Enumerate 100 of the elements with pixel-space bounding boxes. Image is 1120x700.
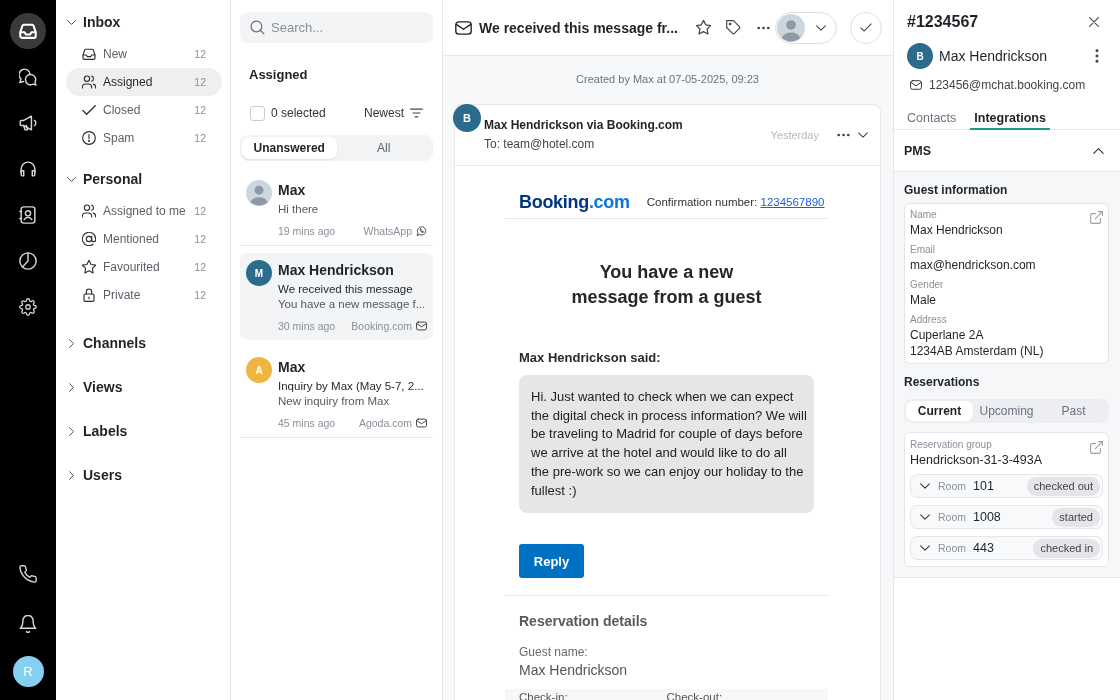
room-row[interactable]: Room 101 checked out [910, 474, 1103, 498]
external-link-icon[interactable] [1090, 441, 1103, 454]
item-count: 12 [194, 261, 206, 273]
sidebar-item[interactable]: Favourited 12 [66, 253, 222, 281]
confirmation-link[interactable]: 1234567890 [760, 196, 825, 208]
section-header[interactable]: Views [66, 365, 222, 409]
message-time: 19 mins ago [278, 224, 336, 238]
checkmark-icon [860, 23, 872, 32]
message-preview: You have a new message f... [278, 297, 427, 312]
checkbox[interactable] [250, 105, 265, 121]
search-field[interactable]: Search... [240, 12, 433, 43]
section-title: Reservations [904, 374, 981, 390]
lock-icon [82, 288, 96, 302]
message-subject: Inquiry by Max (May 5-7, 2... [278, 379, 425, 394]
field-value: Male [910, 292, 937, 308]
field-value: Hendrickson-31-3-493A [910, 452, 1042, 468]
item-count: 12 [194, 205, 206, 217]
close-icon[interactable] [1089, 17, 1099, 27]
status-badge: started [1052, 507, 1100, 527]
conversation-title: We received this message fr... [479, 19, 678, 36]
reply-button[interactable]: Reply [519, 544, 584, 579]
contact-card-icon [19, 206, 37, 224]
room-label: Room [938, 511, 966, 523]
field-label: Guest name: [519, 645, 589, 660]
sender-name: Max Hendrickson via Booking.com [484, 117, 683, 133]
quote-label: Max Hendrickson said: [519, 350, 662, 366]
reservation-tab[interactable]: Past [1040, 401, 1107, 421]
contact-name: Max Hendrickson [278, 261, 395, 280]
sender-avatar: B [453, 104, 481, 132]
details-heading: Reservation details [519, 612, 649, 631]
users-icon [82, 75, 96, 89]
sidebar-item[interactable]: Spam 12 [66, 124, 222, 152]
sidebar-item[interactable]: Assigned 12 [66, 68, 222, 96]
chat-bubbles-icon [19, 68, 37, 86]
section-header[interactable]: Personal [66, 161, 222, 197]
inbox-icon [82, 47, 96, 61]
conversation-item[interactable]: Max Hi there 19 mins ago WhatsApp [240, 173, 433, 246]
more-icon[interactable] [837, 133, 850, 137]
sidebar-item[interactable]: Assigned to me 12 [66, 197, 222, 225]
room-row[interactable]: Room 443 checked in [910, 536, 1103, 560]
checkmark-icon [82, 103, 96, 117]
filter-lines-icon [410, 108, 423, 118]
conversation-item[interactable]: M Max Hendrickson We received this message You have a new message f... 30 mins ago Booking.com [240, 253, 433, 340]
star-icon [82, 260, 96, 274]
contact-avatar: B [907, 43, 933, 69]
room-row[interactable]: Room 1008 started [910, 505, 1103, 529]
created-note: Created by Max at 07-05-2025, 09:23 [575, 72, 760, 86]
contact-avatar: A [246, 357, 272, 383]
sidebar-item[interactable]: Closed 12 [66, 96, 222, 124]
room-number: 101 [973, 479, 994, 493]
conversation-item[interactable]: A Max Inquiry by Max (May 5-7, 2... New inquiry from Max 45 mins ago Agoda.com [240, 350, 433, 438]
status-badge: checked in [1033, 538, 1100, 558]
sidebar-item[interactable]: Mentioned 12 [66, 225, 222, 253]
phone-icon [19, 565, 37, 584]
section-header[interactable]: Inbox [66, 4, 222, 40]
field-label: Email [910, 243, 936, 257]
message-time: Yesterday [770, 128, 819, 142]
section-header[interactable]: Labels [66, 409, 222, 453]
contact-name: Max [278, 358, 307, 377]
quoted-message: Hi. Just wanted to check when we can expect the digital check in process information? We will be traveling to Madrid for couple of days before we arrive at the hotel and would like to do all the pre-work so we can enjoy our holiday to the fullest :) [519, 375, 814, 514]
field-label: Reservation group [910, 438, 993, 452]
section-header[interactable]: Channels [66, 321, 222, 365]
star-icon[interactable] [695, 20, 711, 35]
channel-name: Booking.com [351, 319, 412, 333]
chevron-down-icon[interactable] [858, 132, 868, 138]
field-label: Address [910, 313, 948, 327]
section-header[interactable]: Users [66, 453, 222, 497]
reservation-tab[interactable]: Upcoming [973, 401, 1040, 421]
list-title: Assigned [249, 66, 309, 84]
field-label: Gender [910, 278, 945, 292]
panel-tab[interactable]: Integrations [970, 102, 1050, 130]
filter-tab[interactable]: All [336, 137, 431, 159]
room-number: 1008 [973, 510, 1001, 524]
tag-icon[interactable] [725, 20, 741, 35]
room-number: 443 [973, 541, 994, 555]
channel-name: Agoda.com [358, 416, 412, 430]
settings-icon [19, 298, 37, 316]
field-value: max@hendrickson.com [910, 257, 1037, 273]
email-heading: You have a new message from a guest [570, 261, 763, 309]
message-preview: New inquiry from Max [278, 394, 391, 409]
users-icon [82, 204, 96, 218]
at-sign-icon [82, 232, 96, 246]
item-count: 12 [194, 76, 206, 88]
field-value: Max Hendrickson [519, 662, 629, 679]
sidebar-item[interactable]: New 12 [66, 40, 222, 68]
filter-tab[interactable]: Unanswered [242, 137, 337, 159]
sidebar-item[interactable]: Private 12 [66, 281, 222, 309]
more-vertical-icon[interactable] [1095, 49, 1099, 63]
panel-tab[interactable]: Contacts [903, 102, 961, 130]
user-avatar-icon [777, 13, 805, 42]
item-count: 12 [194, 132, 206, 144]
reservation-tab[interactable]: Current [906, 401, 973, 421]
chat-phone-icon [416, 226, 427, 236]
more-icon[interactable] [756, 25, 770, 30]
nav-rail-button[interactable] [10, 13, 46, 49]
message-preview: Hi there [278, 202, 320, 217]
sort-button[interactable]: Newest [364, 106, 423, 120]
confirmation-text: Confirmation number: 1234567890 [646, 196, 825, 208]
contact-avatar: M [246, 260, 272, 286]
external-link-icon[interactable] [1090, 211, 1103, 224]
